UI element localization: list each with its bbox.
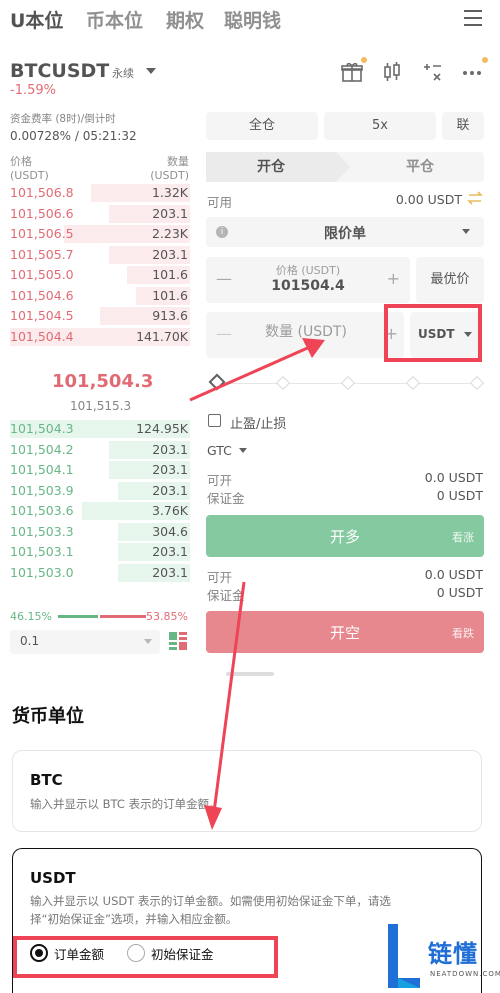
sheet-title: 货币单位	[12, 706, 84, 727]
highlight-unit-select	[384, 304, 482, 362]
watermark-subtext: NEATDOWN.COM	[430, 970, 500, 978]
watermark-text: 链懂	[428, 940, 478, 968]
option-btc-title: BTC	[30, 771, 63, 789]
option-usdt-desc-line2: 择“初始保证金”选项，并输入相应金额。	[30, 912, 238, 926]
option-usdt-title: USDT	[30, 869, 76, 887]
option-btc-desc: 输入并显示以 BTC 表示的订单金额。	[30, 797, 221, 811]
sheet-handle[interactable]	[226, 672, 274, 676]
option-btc[interactable]: BTC 输入并显示以 BTC 表示的订单金额。	[12, 750, 482, 832]
watermark-logo-icon	[384, 922, 424, 990]
highlight-radio-options	[13, 936, 278, 978]
option-usdt-desc-line1: 输入并显示以 USDT 表示的订单金额。如需使用初始保证金下单，请选	[30, 894, 391, 908]
